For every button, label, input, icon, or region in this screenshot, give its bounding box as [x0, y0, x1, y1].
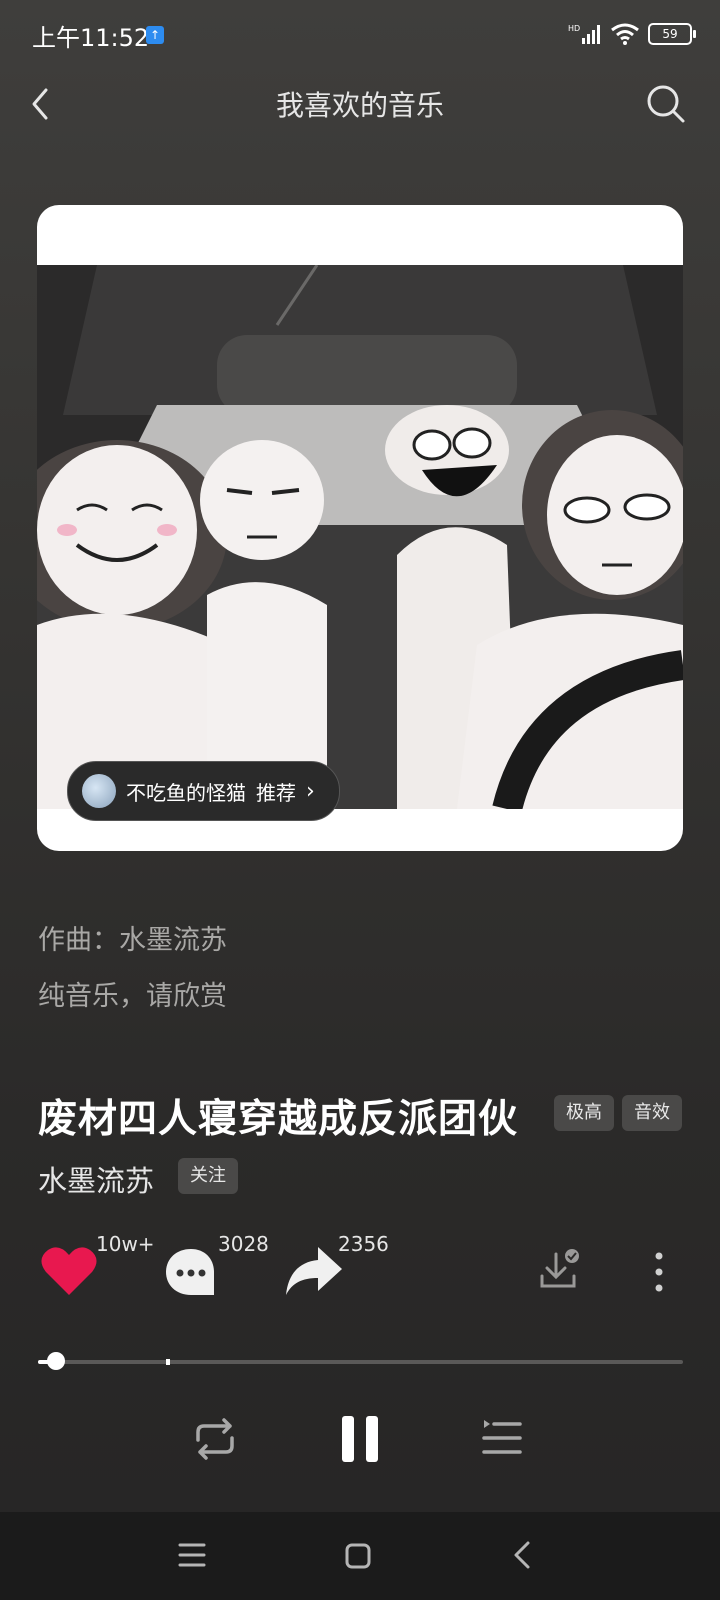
quality-badge[interactable]: 极高 [554, 1095, 614, 1131]
progress-thumb[interactable] [46, 1352, 65, 1370]
menu-icon[interactable] [178, 1542, 206, 1568]
search-button[interactable] [644, 82, 688, 126]
comment-count: 3028 [218, 1232, 269, 1256]
follow-button[interactable]: 关注 [178, 1158, 238, 1194]
comment-icon[interactable] [164, 1247, 218, 1299]
share-count: 2356 [338, 1232, 389, 1256]
playlist-icon[interactable] [482, 1418, 522, 1458]
status-time: 上午11:52 [32, 24, 150, 52]
recommender-name: 不吃鱼的怪猫 [126, 780, 246, 805]
like-count: 10w+ [96, 1232, 155, 1256]
lyric-line[interactable]: 作曲：水墨流苏 [38, 918, 227, 957]
home-icon[interactable] [344, 1542, 372, 1570]
page-title: 我喜欢的音乐 [275, 89, 444, 122]
signal-icon: HD [568, 24, 600, 44]
battery-icon: 59 [648, 23, 696, 45]
song-title: 废材四人寝穿越成反派团伙 [38, 1097, 519, 1142]
chevron-right-icon: › [306, 778, 315, 804]
artist-name[interactable]: 水墨流苏 [38, 1158, 154, 1200]
more-options-icon[interactable] [652, 1250, 666, 1294]
recommender-avatar [82, 774, 116, 808]
recommend-label: 推荐 [256, 780, 296, 805]
download-icon[interactable] [538, 1248, 582, 1292]
pause-button[interactable] [340, 1414, 380, 1464]
progress-bar[interactable] [38, 1360, 683, 1364]
lyric-line[interactable]: 纯音乐，请欣赏 [38, 974, 227, 1013]
notification-icon: ↑ [146, 26, 164, 44]
cover-illustration [37, 265, 683, 809]
share-icon[interactable] [284, 1245, 344, 1297]
album-cover[interactable] [37, 205, 683, 851]
system-navigation-bar [0, 1512, 720, 1600]
network-label: HD [568, 24, 580, 33]
buffer-marker [166, 1359, 170, 1365]
repeat-icon[interactable] [192, 1418, 238, 1460]
recommender-chip[interactable]: 不吃鱼的怪猫 推荐 › [67, 761, 340, 821]
like-heart-icon[interactable] [40, 1245, 98, 1297]
sound-effect-badge[interactable]: 音效 [622, 1095, 682, 1131]
wifi-icon [611, 23, 639, 45]
system-back-icon[interactable] [512, 1540, 532, 1570]
status-icons: HD 59 [568, 22, 696, 46]
